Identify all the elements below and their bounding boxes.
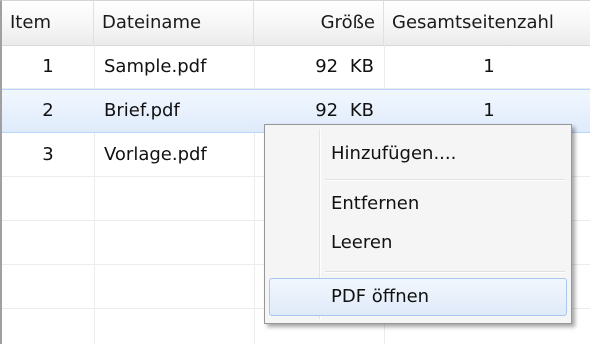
column-header-filename[interactable]: Dateiname [94, 1, 254, 45]
menu-item-remove[interactable]: Entfernen [269, 185, 567, 223]
cell-filename: Vorlage.pdf [104, 144, 207, 165]
menu-item-add[interactable]: Hinzufügen.... [269, 135, 567, 173]
list-header: Item Dateiname Größe Gesamtseitenzahl [2, 1, 590, 46]
cell-item: 1 [42, 56, 54, 77]
menu-separator [325, 271, 565, 273]
menu-item-clear[interactable]: Leeren [269, 224, 567, 262]
cell-filename: Brief.pdf [104, 100, 180, 121]
cell-filename: Sample.pdf [104, 56, 207, 77]
table-row[interactable]: 1 Sample.pdf 92 KB 1 [2, 45, 590, 89]
cell-pages: 1 [483, 56, 495, 77]
column-header-size[interactable]: Größe [254, 1, 384, 45]
column-header-total-pages[interactable]: Gesamtseitenzahl [384, 1, 590, 45]
context-menu: Hinzufügen.... Entfernen Leeren PDF öffn… [264, 124, 572, 324]
cell-item: 2 [42, 100, 54, 121]
column-header-item[interactable]: Item [2, 1, 94, 45]
menu-item-open-pdf[interactable]: PDF öffnen [269, 278, 567, 316]
cell-size: 92 KB [315, 56, 374, 77]
cell-item: 3 [42, 144, 54, 165]
menu-separator [325, 179, 565, 181]
